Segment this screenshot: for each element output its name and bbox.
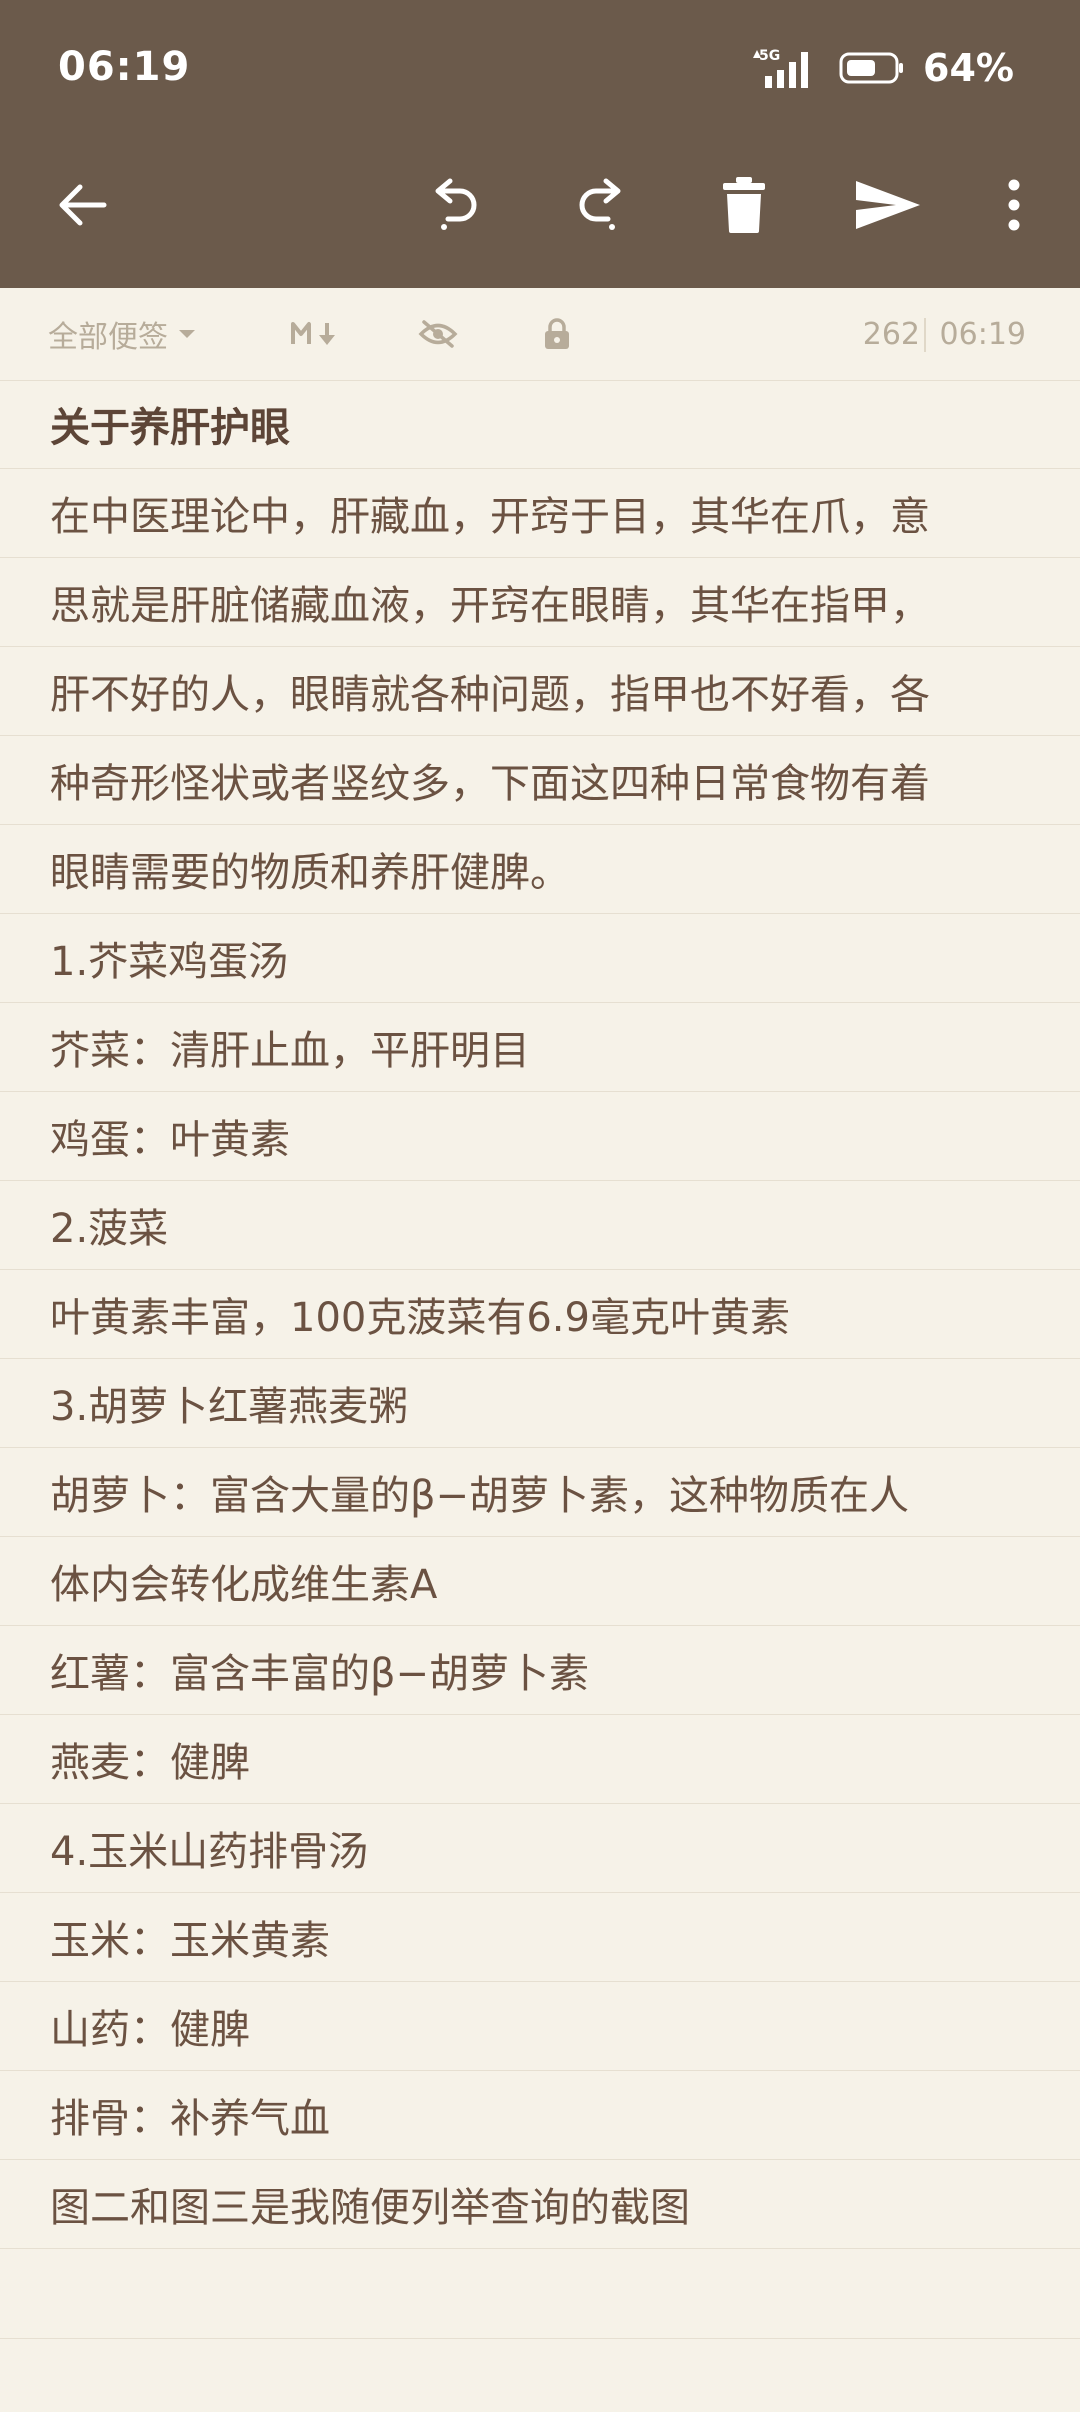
note-line[interactable]: 排骨：补养气血 [0, 2071, 1080, 2160]
folder-selector[interactable]: 全部便签 [48, 288, 196, 380]
more-icon [1008, 179, 1020, 231]
note-line[interactable]: 3.胡萝卜红薯燕麦粥 [0, 1359, 1080, 1448]
status-indicators: 5G 64% [747, 46, 1014, 90]
modified-time: 06:19 [939, 316, 1026, 352]
note-line[interactable]: 思就是肝脏储藏血液，开窍在眼睛，其华在指甲， [0, 558, 1080, 647]
undo-icon [435, 178, 477, 230]
caret-down-icon [179, 330, 195, 338]
battery-icon [839, 52, 904, 84]
send-button[interactable] [838, 150, 938, 260]
note-line[interactable]: 燕麦：健脾 [0, 1715, 1080, 1804]
note-line[interactable]: 芥菜：清肝止血，平肝明目 [0, 1003, 1080, 1092]
note-line[interactable]: 叶黄素丰富，100克菠菜有6.9毫克叶黄素 [0, 1270, 1080, 1359]
note-line[interactable]: 玉米：玉米黄素 [0, 1893, 1080, 1982]
note-empty-line[interactable] [0, 2249, 1080, 2339]
note-line[interactable]: 鸡蛋：叶黄素 [0, 1092, 1080, 1181]
battery-percent: 64% [923, 46, 1014, 90]
meta-divider [924, 318, 926, 352]
char-count: 262 [862, 316, 920, 352]
note-line[interactable]: 1.芥菜鸡蛋汤 [0, 914, 1080, 1003]
back-icon [59, 184, 107, 226]
undo-button[interactable] [406, 150, 506, 260]
status-time: 06:19 [58, 44, 191, 90]
note-line[interactable]: 在中医理论中，肝藏血，开窍于目，其华在爪，意 [0, 469, 1080, 558]
hide-toggle[interactable] [418, 288, 458, 380]
note-title[interactable]: 关于养肝护眼 [0, 380, 1080, 469]
redo-icon [579, 178, 621, 230]
signal-5g-icon: 5G [753, 48, 809, 88]
send-icon [856, 181, 920, 229]
note-line[interactable]: 红薯：富含丰富的β−胡萝卜素 [0, 1626, 1080, 1715]
note-line[interactable]: 4.玉米山药排骨汤 [0, 1804, 1080, 1893]
network-label: 5G [759, 48, 780, 64]
app-header: 06:19 5G 64% [0, 0, 1080, 288]
redo-button[interactable] [550, 150, 650, 260]
note-line[interactable]: 2.菠菜 [0, 1181, 1080, 1270]
delete-button[interactable] [694, 150, 794, 260]
note-line[interactable]: 山药：健脾 [0, 1982, 1080, 2071]
note-line[interactable]: 图二和图三是我随便列举查询的截图 [0, 2160, 1080, 2249]
note-line[interactable]: 肝不好的人，眼睛就各种问题，指甲也不好看，各 [0, 647, 1080, 736]
markdown-button[interactable] [290, 288, 342, 380]
note-meta-bar: 全部便签 262 06:19 [0, 288, 1080, 381]
delete-icon [723, 177, 765, 233]
lock-icon [545, 318, 569, 349]
lock-toggle[interactable] [542, 288, 572, 380]
status-bar: 06:19 5G 64% [0, 0, 1080, 140]
more-options-button[interactable] [964, 150, 1064, 260]
hide-icon [418, 320, 458, 348]
note-editor[interactable]: 关于养肝护眼 在中医理论中，肝藏血，开窍于目，其华在爪，意 思就是肝脏储藏血液，… [0, 380, 1080, 2339]
folder-label: 全部便签 [48, 320, 168, 355]
note-line[interactable]: 眼睛需要的物质和养肝健脾。 [0, 825, 1080, 914]
note-line[interactable]: 胡萝卜：富含大量的β−胡萝卜素，这种物质在人 [0, 1448, 1080, 1537]
note-line[interactable]: 体内会转化成维生素A [0, 1537, 1080, 1626]
note-line[interactable]: 种奇形怪状或者竖纹多，下面这四种日常食物有着 [0, 736, 1080, 825]
markdown-icon [291, 322, 335, 345]
back-button[interactable] [32, 150, 132, 260]
note-toolbar [0, 150, 1080, 260]
